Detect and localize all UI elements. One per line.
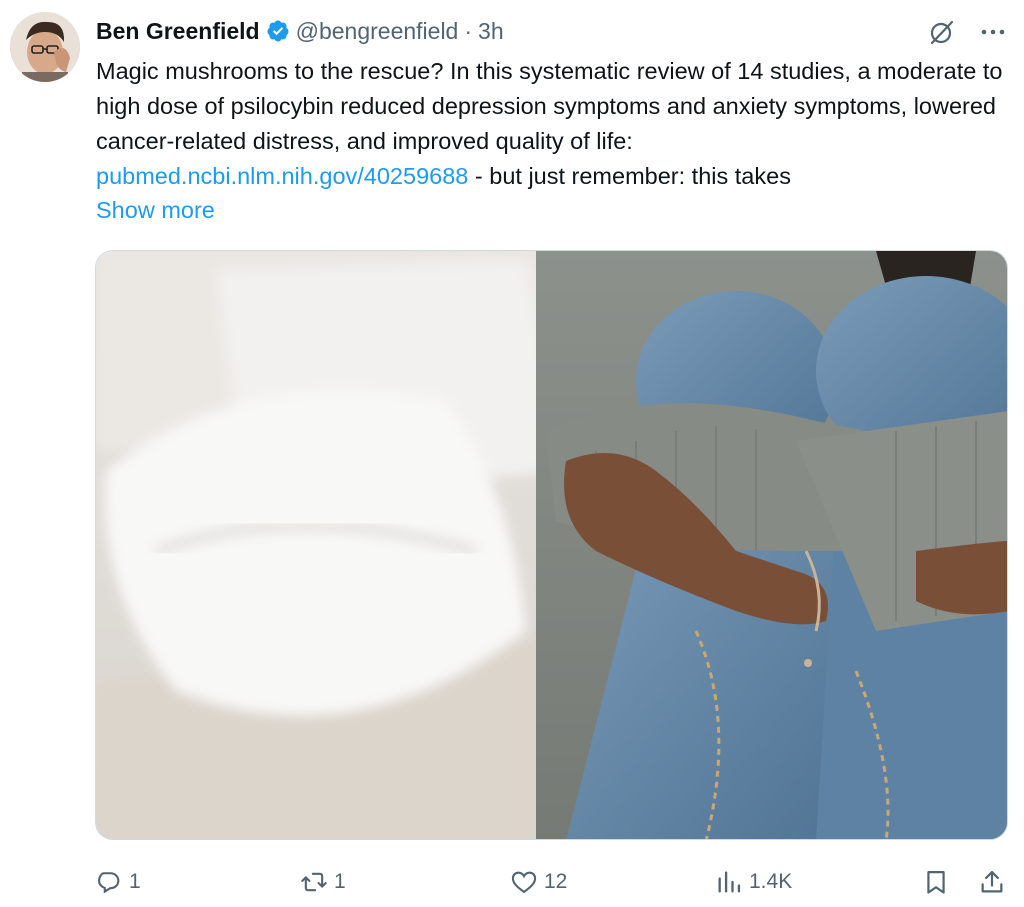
repost-button[interactable]: 1 bbox=[300, 862, 346, 902]
timestamp[interactable]: 3h bbox=[478, 16, 504, 46]
tweet-media-image[interactable] bbox=[95, 250, 1008, 840]
repost-count: 1 bbox=[334, 870, 346, 893]
avatar-portrait bbox=[10, 12, 80, 82]
grok-icon[interactable] bbox=[928, 18, 956, 46]
more-icon[interactable] bbox=[978, 22, 1008, 42]
tweet-link[interactable]: pubmed.ncbi.nlm.nih.gov/40259688 bbox=[96, 163, 468, 189]
reply-count: 1 bbox=[129, 870, 141, 893]
tweet-text-tail: - but just remember: this takes bbox=[468, 163, 791, 189]
show-more-link[interactable]: Show more bbox=[96, 193, 215, 228]
action-bar: 1 1 12 1.4K bbox=[0, 862, 1024, 902]
author-name[interactable]: Ben Greenfield bbox=[96, 16, 260, 46]
tweet-header: Ben Greenfield @bengreenfield · 3h bbox=[96, 16, 504, 46]
separator: · bbox=[464, 18, 473, 44]
reply-icon bbox=[98, 872, 120, 894]
reply-button[interactable]: 1 bbox=[95, 862, 141, 902]
avatar[interactable] bbox=[10, 12, 80, 82]
repost-icon bbox=[301, 872, 327, 892]
tweet-text-body: Magic mushrooms to the rescue? In this s… bbox=[96, 58, 1003, 154]
views-icon bbox=[718, 871, 741, 893]
heart-icon bbox=[511, 871, 537, 894]
share-icon bbox=[981, 870, 1003, 893]
photo-person-hugging-knees bbox=[96, 251, 1007, 839]
bookmark-button[interactable] bbox=[922, 862, 950, 902]
author-handle[interactable]: @bengreenfield bbox=[296, 16, 459, 46]
share-button[interactable] bbox=[978, 862, 1006, 902]
bookmark-icon bbox=[927, 870, 945, 894]
views-count: 1.4K bbox=[749, 870, 793, 893]
views-button[interactable]: 1.4K bbox=[715, 862, 792, 902]
like-count: 12 bbox=[544, 870, 568, 893]
verified-badge-icon[interactable] bbox=[266, 19, 290, 43]
like-button[interactable]: 12 bbox=[510, 862, 567, 902]
tweet-text: Magic mushrooms to the rescue? In this s… bbox=[96, 54, 1011, 194]
